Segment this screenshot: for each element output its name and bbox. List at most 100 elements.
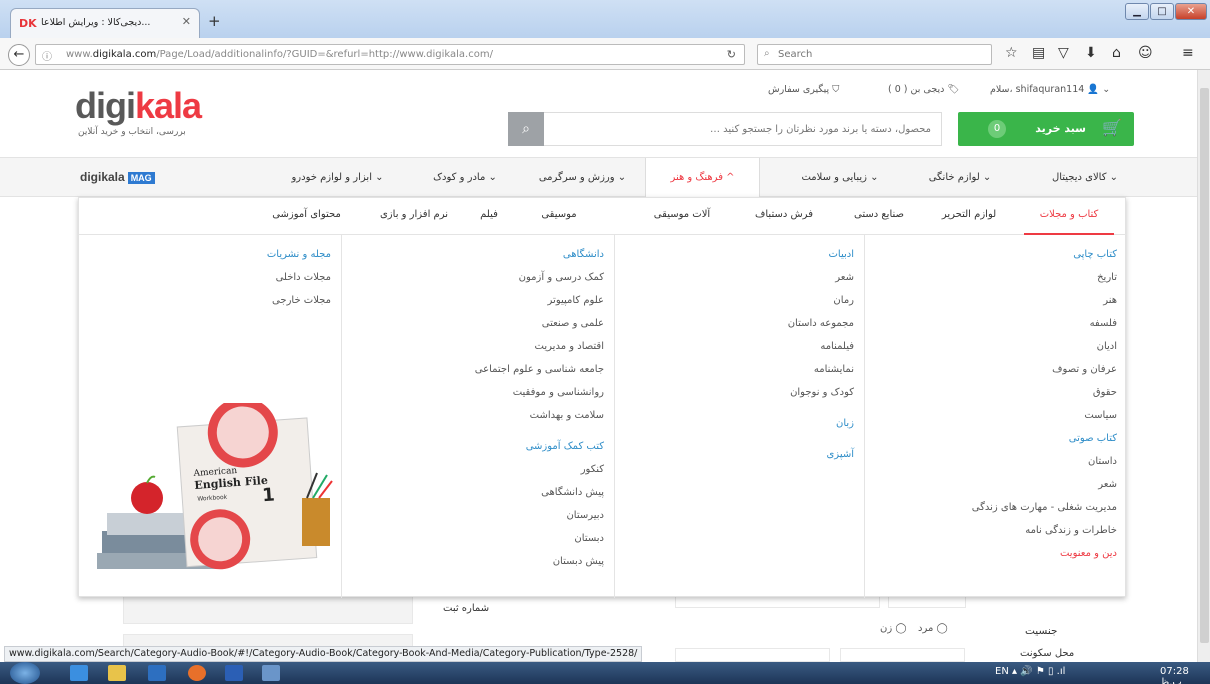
subtab-stationery[interactable]: لوازم التحریر bbox=[929, 198, 1009, 235]
browser-search-box[interactable]: ⌕ bbox=[757, 44, 992, 65]
menu-link[interactable]: مجلات داخلی bbox=[276, 272, 331, 283]
category-digital[interactable]: کالای دیجیتال ⌄ bbox=[1030, 158, 1140, 197]
download-icon[interactable]: ⬇ bbox=[1085, 45, 1097, 61]
window-icon[interactable] bbox=[262, 665, 280, 681]
order-tracking-link[interactable]: پیگیری سفارش ⛉ bbox=[768, 84, 839, 95]
menu-link[interactable]: پیش دبستان bbox=[553, 556, 604, 567]
menu-link[interactable]: سلامت و بهداشت bbox=[530, 410, 604, 421]
firefox-icon[interactable] bbox=[188, 665, 206, 681]
ie-icon[interactable] bbox=[70, 665, 88, 681]
gender-female-radio[interactable]: زن ◯ bbox=[880, 623, 907, 634]
menu-link[interactable]: داستان bbox=[1088, 456, 1117, 467]
digibon-link[interactable]: دیجی بن ( 0 ) 🏷 bbox=[888, 84, 959, 95]
app-icon[interactable] bbox=[148, 665, 166, 681]
menu-link[interactable]: عرفان و تصوف bbox=[1052, 364, 1117, 375]
menu-link[interactable]: مجموعه داستان bbox=[788, 318, 854, 329]
subtab-music[interactable]: موسیقی bbox=[529, 198, 589, 235]
menu-link[interactable]: کمک درسی و آزمون bbox=[519, 272, 604, 283]
menu-link[interactable]: خاطرات و زندگی نامه bbox=[1025, 525, 1117, 536]
menu-link[interactable]: مجلات خارجی bbox=[272, 295, 331, 306]
menu-link[interactable]: فیلمنامه bbox=[820, 341, 854, 352]
menu-link[interactable]: ادیان bbox=[1097, 341, 1117, 352]
maximize-button[interactable]: □ bbox=[1150, 3, 1174, 20]
menu-heading[interactable]: آشپزی bbox=[826, 449, 854, 460]
menu-link[interactable]: هنر bbox=[1103, 295, 1117, 306]
menu-link[interactable]: نمایشنامه bbox=[814, 364, 854, 375]
gender-male-radio[interactable]: مرد ◯ bbox=[918, 623, 948, 634]
word-icon[interactable] bbox=[225, 665, 243, 681]
cart-button[interactable]: 🛒 سبد خرید 0 bbox=[958, 112, 1134, 146]
browser-search-input[interactable] bbox=[778, 47, 978, 62]
reading-list-icon[interactable]: ▤ bbox=[1032, 45, 1045, 61]
explorer-icon[interactable] bbox=[108, 665, 126, 681]
reload-icon[interactable]: ↻ bbox=[727, 48, 736, 61]
close-window-button[interactable]: ✕ bbox=[1175, 3, 1207, 20]
menu-link[interactable]: جامعه شناسی و علوم اجتماعی bbox=[475, 364, 604, 375]
menu-link[interactable]: علوم کامپیوتر bbox=[548, 295, 604, 306]
menu-link[interactable]: حقوق bbox=[1093, 387, 1117, 398]
subtab-educational[interactable]: محتوای آموزشی bbox=[259, 198, 354, 235]
subtab-books[interactable]: کتاب و مجلات bbox=[1024, 198, 1114, 235]
new-tab-button[interactable]: + bbox=[208, 12, 221, 30]
browser-tab[interactable]: DK دیجی‌کالا : ویرایش اطلاعا... ✕ bbox=[10, 8, 200, 38]
menu-heading[interactable]: دانشگاهی bbox=[563, 249, 604, 260]
category-mother-child[interactable]: مادر و کودک ⌄ bbox=[410, 158, 520, 197]
category-beauty-health[interactable]: زیبایی و سلامت ⌄ bbox=[775, 158, 905, 197]
close-tab-icon[interactable]: ✕ bbox=[182, 15, 191, 28]
subtab-instruments[interactable]: آلات موسیقی bbox=[637, 198, 727, 235]
sync-icon[interactable]: ☺ bbox=[1138, 45, 1153, 61]
subtab-carpets[interactable]: فرش دستباف bbox=[739, 198, 829, 235]
menu-link[interactable]: شعر bbox=[835, 272, 854, 283]
menu-link[interactable]: شعر bbox=[1098, 479, 1117, 490]
menu-link[interactable]: کودک و نوجوان bbox=[790, 387, 854, 398]
start-button[interactable] bbox=[10, 662, 40, 684]
address-bar[interactable]: ⓘ www.digikala.com/Page/Load/additionali… bbox=[35, 44, 745, 65]
menu-link[interactable]: فلسفه bbox=[1090, 318, 1117, 329]
category-home-appliances[interactable]: لوازم خانگی ⌄ bbox=[910, 158, 1010, 197]
menu-heading[interactable]: زبان bbox=[836, 418, 854, 429]
page-scrollbar[interactable] bbox=[1197, 70, 1210, 662]
scrollbar-thumb[interactable] bbox=[1200, 88, 1209, 643]
digikala-mag-logo[interactable]: digikala MAG bbox=[80, 170, 155, 184]
menu-link[interactable]: دین و معنویت bbox=[1060, 548, 1117, 559]
clock[interactable]: 07:28 ب.ظ bbox=[1160, 666, 1210, 684]
menu-link[interactable]: اقتصاد و مدیریت bbox=[535, 341, 604, 352]
menu-link[interactable]: سیاست bbox=[1084, 410, 1117, 421]
system-tray[interactable]: EN ▴ 🔊 ⚑ ▯ .ıl bbox=[995, 666, 1065, 677]
menu-link[interactable]: رمان bbox=[833, 295, 854, 306]
digikala-logo[interactable]: digikala bbox=[75, 88, 202, 124]
search-button[interactable]: ⌕ bbox=[508, 112, 544, 146]
home-icon[interactable]: ⌂ bbox=[1112, 45, 1121, 61]
menu-icon[interactable]: ≡ bbox=[1182, 45, 1194, 61]
menu-heading[interactable]: کتاب صوتی bbox=[1069, 433, 1117, 444]
category-tools-auto[interactable]: ابزار و لوازم خودرو ⌄ bbox=[270, 158, 405, 197]
menu-heading[interactable]: کتب کمک آموزشی bbox=[526, 441, 604, 452]
site-search-input[interactable] bbox=[551, 121, 931, 137]
back-button[interactable]: ← bbox=[8, 44, 30, 66]
menu-link[interactable]: روانشناسی و موفقیت bbox=[513, 387, 604, 398]
subtab-software-games[interactable]: نرم افزار و بازی bbox=[369, 198, 459, 235]
site-search-box[interactable]: ⌕ bbox=[508, 112, 942, 146]
category-sports[interactable]: ورزش و سرگرمی ⌄ bbox=[525, 158, 640, 197]
user-greeting[interactable]: سلام، shifaquran114 👤 ⌄ bbox=[990, 84, 1110, 95]
menu-heading[interactable]: مجله و نشریات bbox=[267, 249, 331, 260]
menu-link[interactable]: دبیرستان bbox=[566, 510, 604, 521]
menu-link[interactable]: تاریخ bbox=[1097, 272, 1117, 283]
subcategory-tabs: کتاب و مجلات لوازم التحریر صنایع دستی فر… bbox=[79, 198, 1127, 235]
subtab-handicrafts[interactable]: صنایع دستی bbox=[839, 198, 919, 235]
menu-heading[interactable]: ادبیات bbox=[829, 249, 855, 260]
bookmark-star-icon[interactable]: ☆ bbox=[1005, 45, 1018, 61]
minimize-button[interactable]: ▁ bbox=[1125, 3, 1149, 20]
menu-link[interactable]: کنکور bbox=[581, 464, 604, 475]
pocket-icon[interactable]: ▽ bbox=[1058, 45, 1069, 61]
menu-link[interactable]: مدیریت شغلی - مهارت های زندگی bbox=[972, 502, 1117, 513]
menu-link[interactable]: دبستان bbox=[574, 533, 604, 544]
info-icon[interactable]: ⓘ bbox=[42, 48, 52, 63]
menu-heading[interactable]: کتاب چاپی bbox=[1073, 249, 1117, 260]
subtab-film[interactable]: فیلم bbox=[464, 198, 514, 235]
category-culture-art[interactable]: فرهنگ و هنر ^ bbox=[645, 158, 760, 199]
menu-link[interactable]: علمی و صنعتی bbox=[542, 318, 604, 329]
menu-link[interactable]: پیش دانشگاهی bbox=[541, 487, 604, 498]
form-field[interactable] bbox=[675, 648, 830, 662]
form-field[interactable] bbox=[840, 648, 965, 662]
